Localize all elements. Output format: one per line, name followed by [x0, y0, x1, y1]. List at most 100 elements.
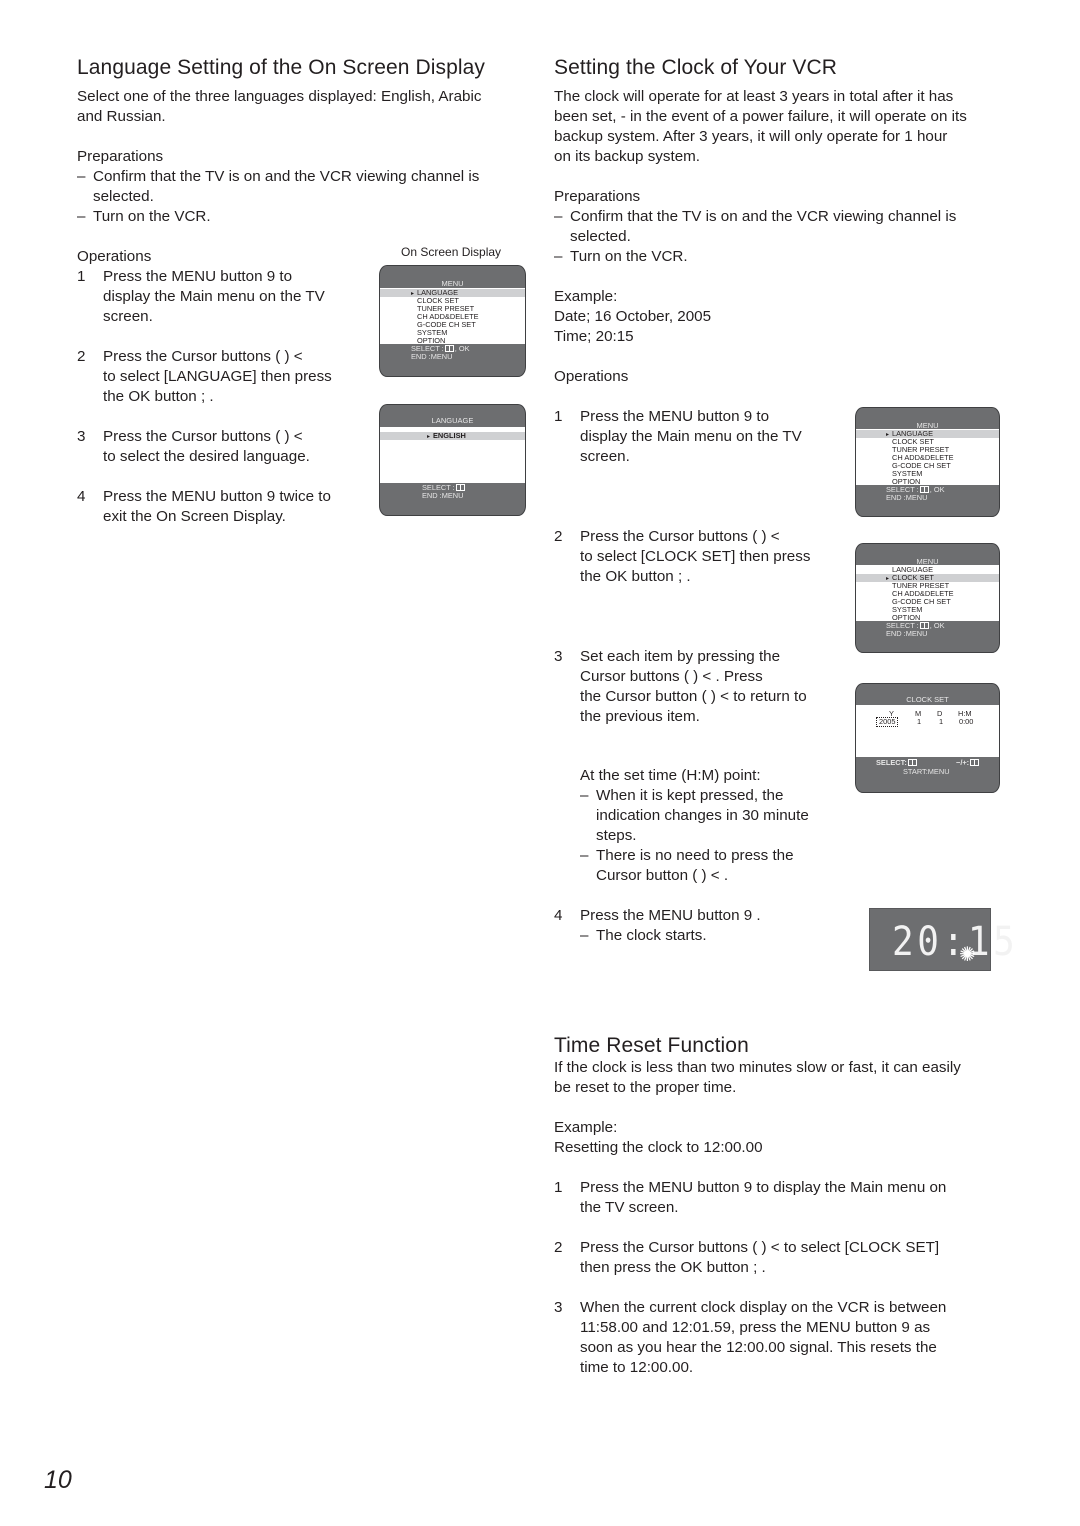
step-number: 2: [554, 528, 563, 545]
step-line: 11:58.00 and 12:01.59, press the MENU bu…: [580, 1319, 931, 1336]
preparation-line: selected.: [570, 228, 631, 245]
example-date: Date; 16 October, 2005: [554, 308, 712, 325]
step-line: Press the MENU button 9 twice to: [103, 488, 331, 505]
preparation-line: Turn on the VCR.: [93, 208, 211, 225]
step-number: 4: [77, 488, 86, 505]
hm-note-line: Cursor button ( ) < .: [596, 867, 729, 884]
step-line: Press the Cursor buttons ( ) <: [103, 428, 303, 445]
osd-caption: On Screen Display: [401, 245, 502, 259]
left-right-keys-icon: [907, 759, 917, 766]
intro-line: Select one of the three languages displa…: [77, 88, 482, 105]
cursor-arrow-icon: ▸: [427, 434, 431, 440]
step-line: Set each item by pressing the: [580, 648, 781, 665]
step-line: then press the OK button ; .: [580, 1259, 766, 1276]
intro-line: The clock will operate for at least 3 ye…: [554, 88, 954, 105]
month-value: 1: [917, 717, 922, 726]
tv-screen-main-menu-clock: MENU ▸ LANGUAGE CLOCK SET TUNER PRESET C…: [855, 543, 1000, 653]
step-line: to select [CLOCK SET] then press: [580, 548, 811, 565]
hm-note-line: indication changes in 30 minute: [596, 807, 809, 824]
step-line: Press the Cursor buttons ( ) <: [580, 528, 780, 545]
tv-screen-main-menu: MENU ▸ LANGUAGE CLOCK SET TUNER PRESET C…: [855, 407, 1000, 517]
step-note: – The clock starts.: [580, 926, 761, 946]
intro-line: be reset to the proper time.: [554, 1079, 737, 1096]
step-text: Press the Cursor buttons ( ) < to select…: [580, 1238, 939, 1278]
menu-title: CLOCK SET: [906, 695, 949, 704]
step-text: Press the Cursor buttons ( ) < to select…: [103, 427, 310, 467]
clock-footer-select: SELECT:: [876, 759, 918, 767]
intro-line: If the clock is less than two minutes sl…: [554, 1059, 961, 1076]
hm-note-line: steps.: [596, 827, 637, 844]
step-text: Press the MENU button 9 to display the M…: [580, 1178, 946, 1218]
menu-body: ▸ LANGUAGE CLOCK SET TUNER PRESET CH ADD…: [856, 565, 999, 622]
up-down-keys-icon: [455, 484, 465, 491]
example-label: Example:: [554, 1119, 618, 1136]
hm-note-label: At the set time (H:M) point:: [580, 767, 761, 784]
cursor-arrow-icon: ▸: [886, 432, 890, 438]
footer-ok-label: , OK: [929, 621, 945, 630]
footer-ok-label: , OK: [929, 485, 945, 494]
step-text: Press the MENU button 9 to display the M…: [103, 267, 325, 327]
up-down-keys-icon: [919, 622, 929, 629]
example-time: Time; 20:15: [554, 328, 634, 345]
preparation-item: – Turn on the VCR.: [77, 207, 479, 227]
clock-digits: 20:15: [892, 919, 1019, 965]
step-line: Press the Cursor buttons ( ) <: [103, 348, 303, 365]
dash-bullet: –: [554, 208, 563, 225]
step-line: display the Main menu on the TV: [580, 428, 802, 445]
menu-footer-end: END :MENU: [411, 352, 453, 361]
example-text: Resetting the clock to 12:00.00: [554, 1139, 763, 1156]
menu-body: ▸ LANGUAGE CLOCK SET TUNER PRESET CH ADD…: [856, 429, 999, 486]
step-line: to select the desired language.: [103, 448, 310, 465]
hm-note: At the set time (H:M) point: – When it i…: [580, 766, 809, 886]
step-text: Press the Cursor buttons ( ) < to select…: [103, 347, 332, 407]
hm-note-item: – There is no need to press the Cursor b…: [580, 846, 809, 886]
hm-note-item: – When it is kept pressed, the indicatio…: [580, 786, 809, 846]
step-line: display the Main menu on the TV: [103, 288, 325, 305]
menu-footer-end: END :MENU: [422, 491, 464, 500]
up-down-keys-icon: [919, 486, 929, 493]
footer-adjust-label: −/+:: [956, 758, 970, 767]
cursor-arrow-icon: ▸: [411, 291, 415, 297]
menu-body: ▸ ENGLISH: [380, 427, 525, 483]
clock-preparations: Preparations – Confirm that the TV is on…: [554, 187, 956, 267]
step-number: 2: [77, 348, 86, 365]
step-line: to select [LANGUAGE] then press: [103, 368, 332, 385]
step-line: the OK button ; .: [103, 388, 214, 405]
example-label: Example:: [554, 288, 618, 305]
operations-label-text: Operations: [77, 248, 152, 265]
operations-label: Operations: [77, 247, 151, 267]
footer-ok-label: , OK: [454, 344, 470, 353]
tv-screen-main-menu: MENU ▸ LANGUAGE CLOCK SET TUNER PRESET C…: [379, 265, 526, 377]
dash-bullet: –: [580, 847, 589, 864]
step-line: the OK button ; .: [580, 568, 691, 585]
hm-note-line: When it is kept pressed, the: [596, 787, 784, 804]
preparation-line: selected.: [93, 188, 154, 205]
clock-intro: The clock will operate for at least 3 ye…: [554, 87, 967, 167]
menu-footer-end: END :MENU: [886, 629, 928, 638]
menu-footer-end: END :MENU: [886, 493, 928, 502]
reset-section-title: Time Reset Function: [554, 1034, 749, 1057]
step-text: Press the MENU button 9 . – The clock st…: [580, 906, 761, 946]
step-line: Cursor buttons ( ) < . Press: [580, 668, 763, 685]
step-line: screen.: [103, 308, 153, 325]
step-line: soon as you hear the 12:00.00 signal. Th…: [580, 1339, 937, 1356]
step-text: Press the Cursor buttons ( ) < to select…: [580, 527, 810, 587]
step-line: Press the MENU button 9 to display the M…: [580, 1179, 947, 1196]
preparation-line: Turn on the VCR.: [570, 248, 688, 265]
reset-example: Example: Resetting the clock to 12:00.00: [554, 1118, 763, 1158]
step-line: screen.: [580, 448, 630, 465]
step-line: Press the MENU button 9 to: [103, 268, 293, 285]
step-number: 1: [554, 1179, 563, 1196]
intro-line: on its backup system.: [554, 148, 701, 165]
clock-set-body: Y M D H:M 2005 1 1 0:00: [856, 705, 999, 757]
dash-bullet: –: [554, 248, 563, 265]
clock-footer-adjust: −/+:: [956, 759, 980, 767]
step-line: exit the On Screen Display.: [103, 508, 286, 525]
day-value: 1: [939, 717, 944, 726]
preparations-label: Preparations: [77, 148, 164, 165]
hm-value: 0:00: [959, 717, 974, 726]
hm-note-line: There is no need to press the: [596, 847, 794, 864]
year-value-blinking: 2005: [875, 717, 899, 727]
preparation-item: – Confirm that the TV is on and the VCR …: [554, 207, 956, 247]
intro-line: backup system. After 3 years, it will on…: [554, 128, 948, 145]
